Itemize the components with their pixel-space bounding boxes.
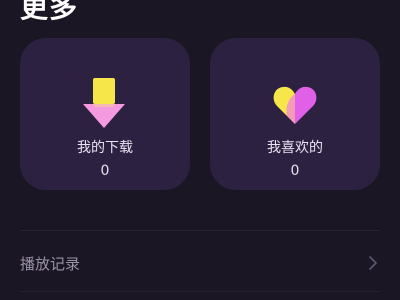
my-downloads-card[interactable]: 我的下载 0	[20, 38, 190, 190]
section-divider	[20, 230, 380, 231]
heart-icon	[271, 76, 319, 132]
my-downloads-label: 我的下载	[77, 140, 133, 156]
my-favorites-card[interactable]: 我喜欢的 0	[210, 38, 380, 190]
more-screen: 更多 我的下载 0 我喜欢的 0 播放记录	[0, 0, 400, 300]
download-arrow-icon	[81, 76, 129, 132]
my-favorites-label: 我喜欢的	[267, 140, 323, 156]
row-divider	[20, 291, 380, 292]
my-downloads-count: 0	[100, 163, 110, 179]
chevron-right-icon	[368, 255, 378, 271]
play-history-label: 播放记录	[20, 255, 81, 273]
my-favorites-count: 0	[290, 163, 300, 179]
section-title: 更多	[20, 0, 79, 24]
play-history-row[interactable]: 播放记录	[20, 241, 380, 283]
